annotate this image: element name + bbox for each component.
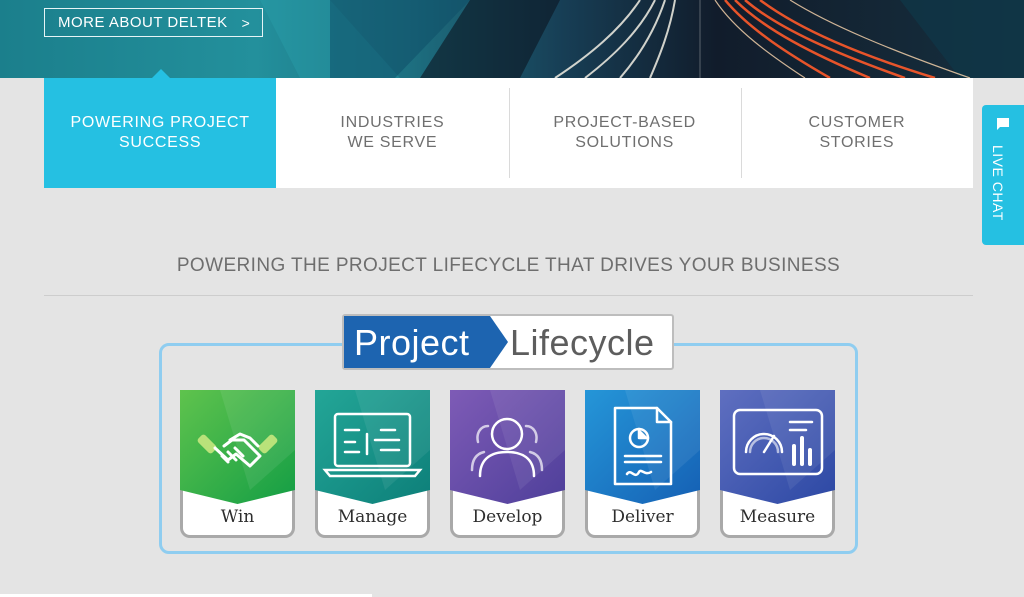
tab-label: INDUSTRIES WE SERVE xyxy=(340,114,445,151)
manage-badge xyxy=(315,390,430,504)
stage-label: Develop xyxy=(472,507,543,527)
stage-label: Measure xyxy=(739,507,816,527)
chat-bubble-icon xyxy=(997,118,1009,130)
tab-label: CUSTOMER STORIES xyxy=(808,114,906,151)
tab-powering-project-success[interactable]: POWERING PROJECT SUCCESS xyxy=(44,69,277,188)
stage-card-deliver[interactable]: Deliver xyxy=(585,390,700,538)
more-about-label: MORE ABOUT DELTEK xyxy=(58,14,228,31)
stage-label: Win xyxy=(220,507,255,527)
lifecycle-title-right: Lifecycle xyxy=(510,322,655,363)
chevron-right-icon: > xyxy=(241,14,251,31)
section-tabs: POWERING PROJECT SUCCESS INDUSTRIES WE S… xyxy=(44,69,973,188)
tab-label: POWERING PROJECT SUCCESS xyxy=(70,114,250,151)
tab-customer-stories[interactable]: CUSTOMER STORIES xyxy=(740,78,973,188)
section-title: POWERING THE PROJECT LIFECYCLE THAT DRIV… xyxy=(176,255,841,276)
hero-banner: MORE ABOUT DELTEK > xyxy=(0,0,1024,78)
stage-card-measure[interactable]: Measure xyxy=(720,390,835,538)
more-about-button[interactable]: MORE ABOUT DELTEK > xyxy=(44,8,263,37)
develop-badge xyxy=(450,390,565,504)
tab-project-based-solutions[interactable]: PROJECT-BASED SOLUTIONS xyxy=(508,78,741,188)
deliver-badge xyxy=(585,390,700,504)
measure-badge xyxy=(720,390,835,504)
tab-industries-we-serve[interactable]: INDUSTRIES WE SERVE xyxy=(276,78,508,188)
stage-card-develop[interactable]: Develop xyxy=(450,390,565,538)
lifecycle-title-left: Project xyxy=(354,322,470,363)
stage-card-manage[interactable]: Manage xyxy=(315,390,430,538)
stage-label: Manage xyxy=(337,507,408,527)
win-badge xyxy=(180,390,295,504)
lifecycle-title: Project Lifecycle xyxy=(342,314,674,370)
divider xyxy=(44,295,973,296)
stage-card-win[interactable]: Win xyxy=(180,390,295,538)
live-chat-button[interactable]: LIVE CHAT xyxy=(982,105,1024,245)
stage-label: Deliver xyxy=(611,507,674,527)
live-chat-label: LIVE CHAT xyxy=(990,145,1006,221)
tab-label: PROJECT-BASED SOLUTIONS xyxy=(553,114,696,151)
